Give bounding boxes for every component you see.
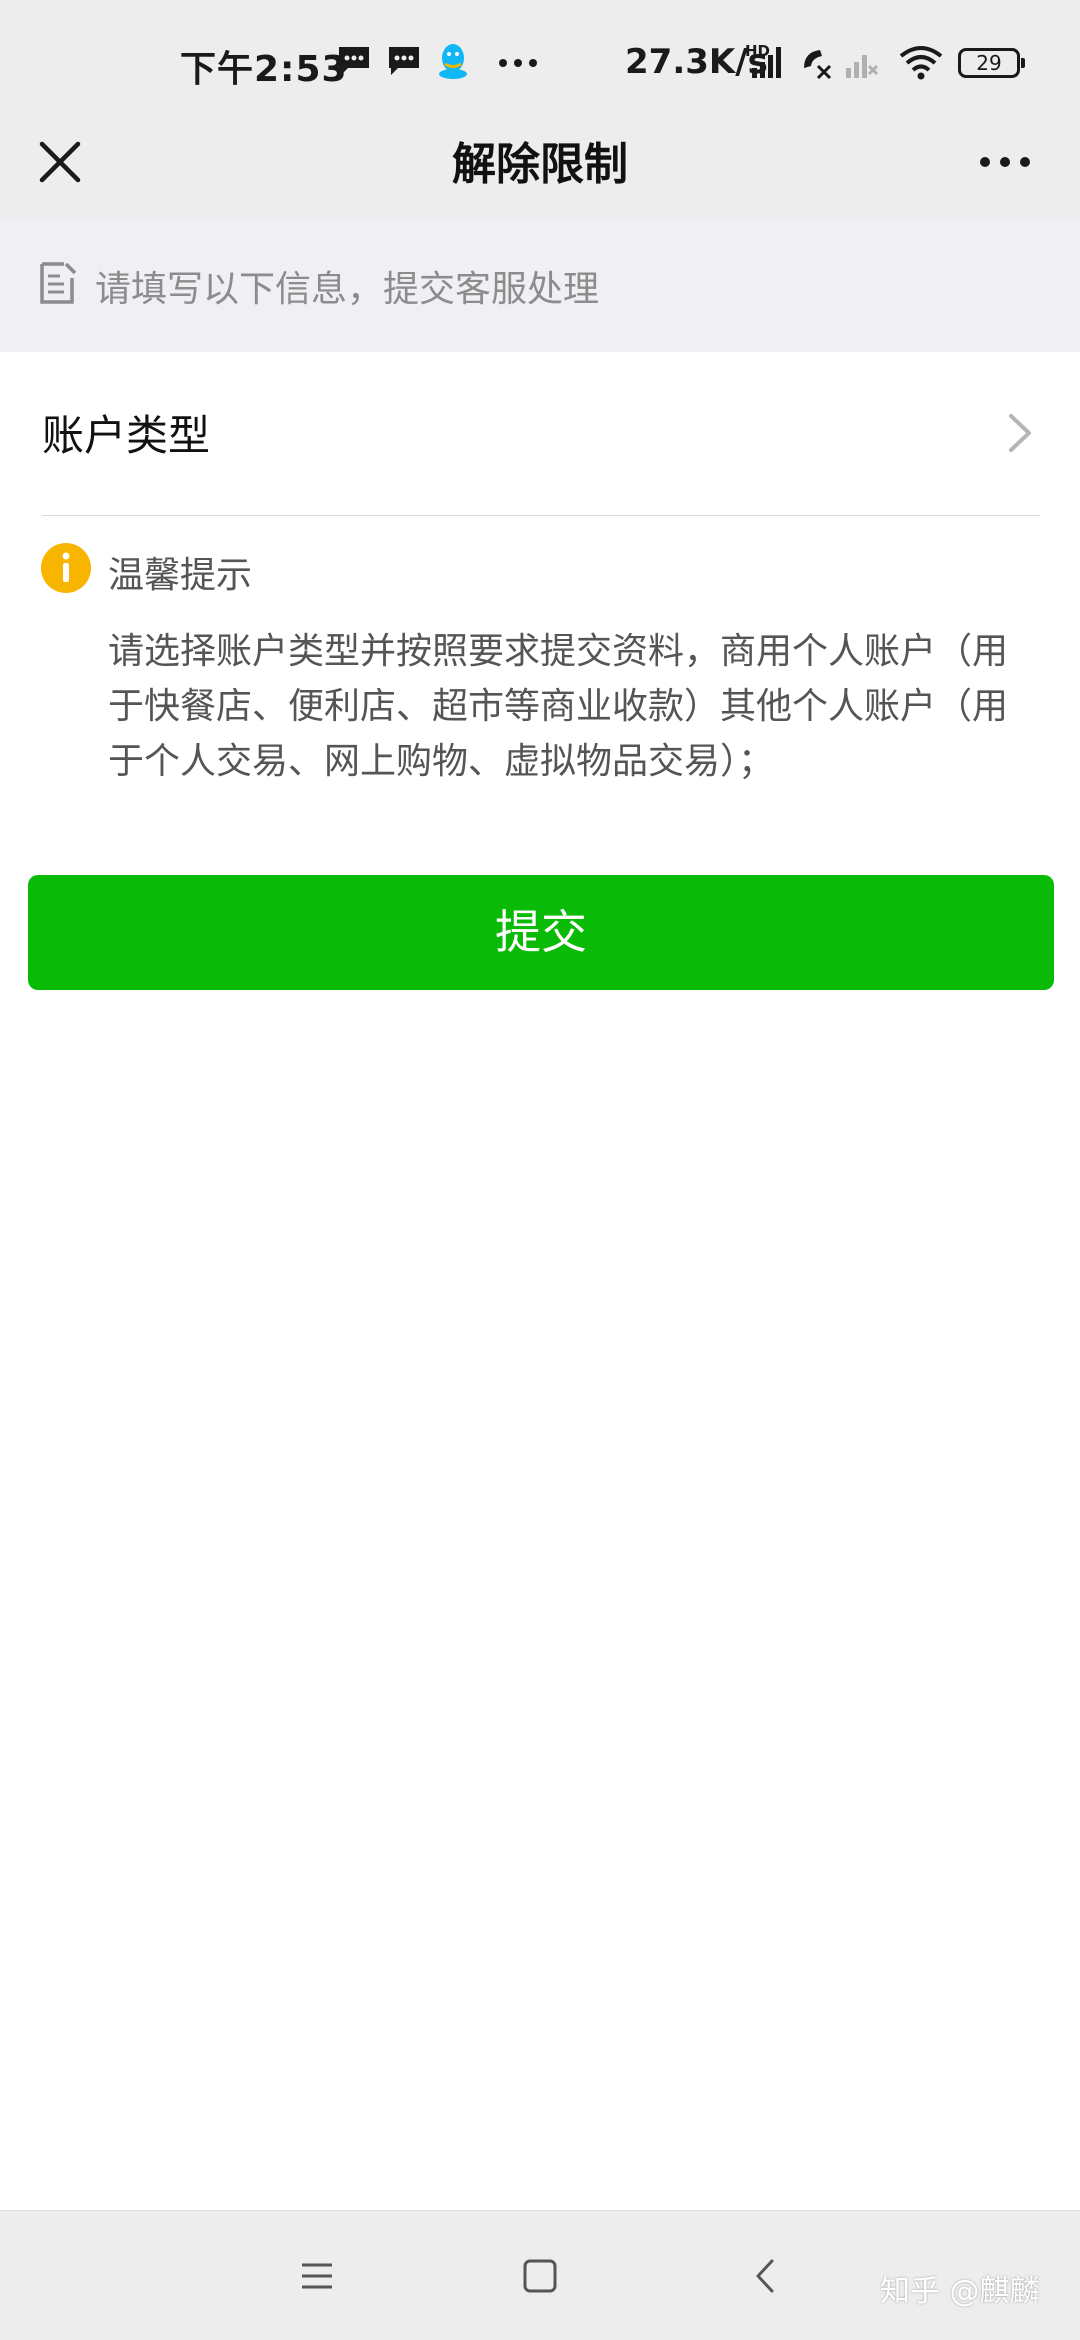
back-icon[interactable]	[742, 2251, 792, 2301]
watermark: 知乎 @麒麟	[880, 2274, 1040, 2309]
qq-icon	[439, 44, 467, 79]
menu-icon[interactable]	[292, 2251, 342, 2301]
page-title: 解除限制	[452, 139, 628, 190]
divider	[42, 515, 1040, 516]
submit-button[interactable]: 提交	[28, 875, 1054, 990]
chevron-right-icon	[1009, 414, 1031, 452]
nav-bar: 解除限制	[0, 110, 1080, 220]
more-notifications-icon	[499, 59, 537, 67]
info-icon	[41, 543, 91, 593]
status-time: 下午2:53	[180, 49, 348, 90]
signal-icon	[752, 47, 781, 78]
signal-weak-icon	[846, 55, 879, 78]
account-type-label: 账户类型	[42, 411, 211, 460]
account-type-row[interactable]: 账户类型	[0, 352, 1080, 516]
home-icon[interactable]	[515, 2251, 565, 2301]
message-icon	[339, 47, 369, 75]
notice-body: 请选择账户类型并按照要求提交资料，商用个人账户（用于快餐店、便利店、超市等商业收…	[108, 631, 1009, 782]
tip-banner-text: 请填写以下信息，提交客服处理	[95, 269, 600, 310]
message-icon	[389, 47, 419, 75]
call-blocked-icon	[804, 50, 832, 80]
screen: 下午2:53 27.3K/s HD 29 解除限制 请填写以下信息，提交客服处理…	[0, 0, 1080, 2340]
notice-title: 温馨提示	[108, 555, 253, 596]
form-edit-icon	[40, 262, 77, 304]
tip-banner: 请填写以下信息，提交客服处理	[0, 220, 1080, 352]
battery-indicator: 29	[958, 48, 1025, 78]
wifi-icon	[899, 46, 943, 80]
more-options-icon[interactable]	[975, 132, 1035, 192]
